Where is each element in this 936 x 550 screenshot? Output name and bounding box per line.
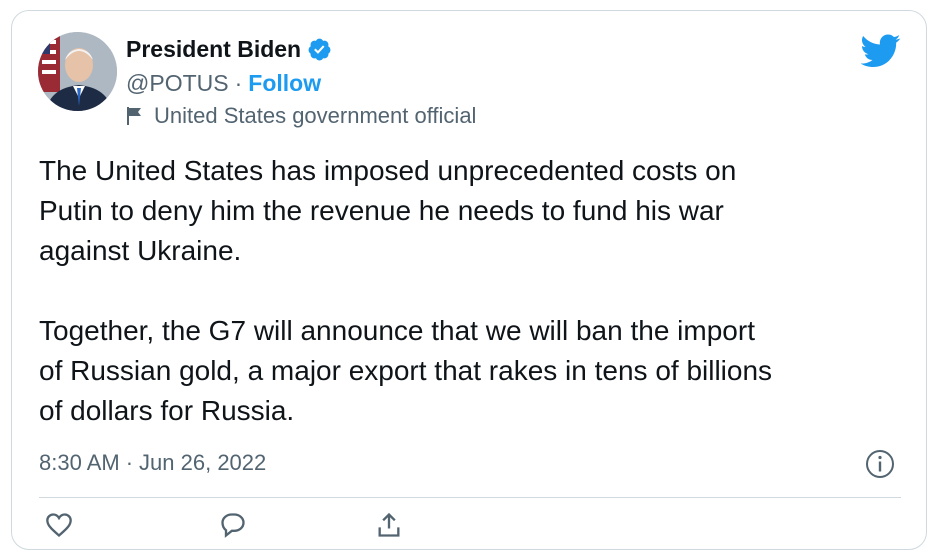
follow-button[interactable]: Follow	[248, 70, 321, 97]
tweet-timestamp[interactable]: 8:30 AM · Jun 26, 2022	[39, 448, 266, 478]
tweet-text-line: Together, the G7 will announce that we w…	[39, 315, 755, 346]
handle-separator: ·	[234, 69, 243, 96]
avatar-image	[38, 32, 117, 111]
tweet-text-line: of dollars for Russia.	[39, 395, 295, 426]
tweet-text: The United States has imposed unpreceden…	[39, 151, 909, 431]
twitter-bird-icon[interactable]	[860, 34, 901, 68]
heart-icon[interactable]	[45, 511, 73, 539]
tweet-card: President Biden @POTUS · Follow United S…	[11, 10, 927, 550]
account-label-text[interactable]: United States government official	[154, 103, 476, 129]
timestamp-separator: ·	[125, 450, 134, 475]
info-icon[interactable]	[865, 449, 895, 479]
author-name-row: President Biden	[126, 34, 332, 64]
tweet-text-line: of Russian gold, a major export that rak…	[39, 355, 773, 386]
action-bar	[39, 511, 901, 541]
author-handle[interactable]: @POTUS	[126, 70, 229, 97]
tweet-text-line: The United States has imposed unpreceden…	[39, 155, 737, 186]
tweet-date: Jun 26, 2022	[139, 450, 267, 475]
flag-icon	[126, 106, 142, 126]
tweet-time: 8:30 AM	[39, 450, 120, 475]
tweet-text-line: Putin to deny him the revenue he needs t…	[39, 195, 724, 226]
author-handle-row: @POTUS · Follow	[126, 68, 321, 98]
author-name[interactable]: President Biden	[126, 36, 301, 63]
avatar[interactable]	[38, 32, 117, 111]
share-icon[interactable]	[375, 511, 403, 539]
divider	[39, 497, 901, 498]
reply-icon[interactable]	[219, 511, 247, 539]
verified-badge-icon	[307, 37, 332, 62]
account-label: United States government official	[126, 102, 476, 130]
tweet-text-line: against Ukraine.	[39, 235, 242, 266]
